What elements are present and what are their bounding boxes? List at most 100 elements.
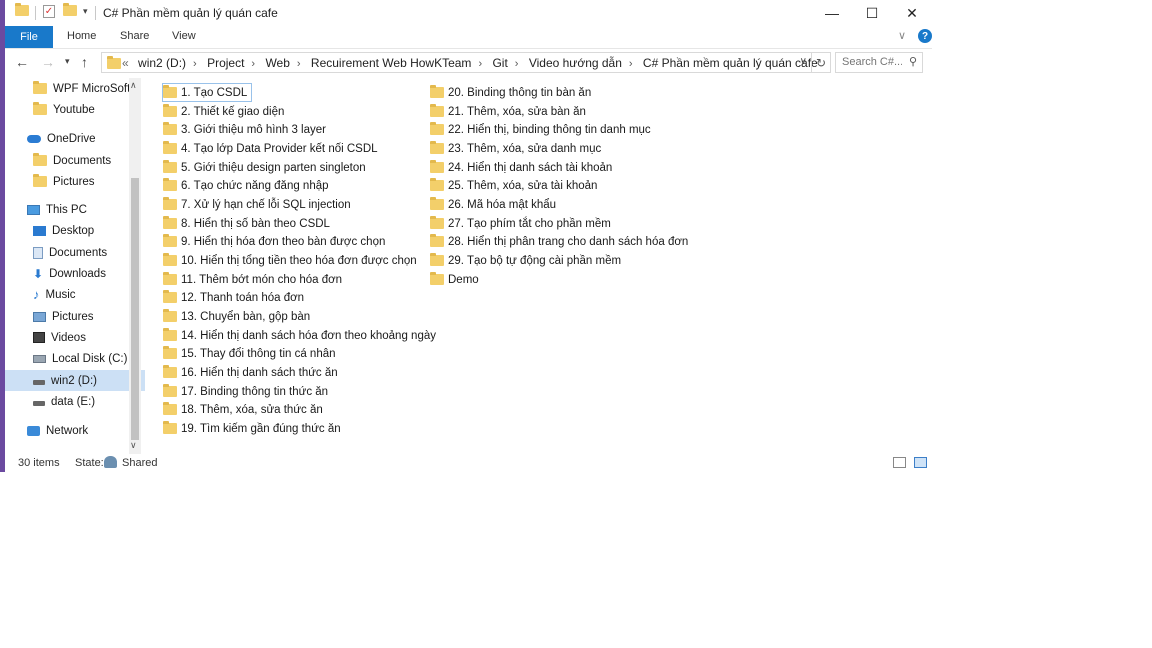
help-icon[interactable]: ? [918, 29, 932, 43]
folder-item[interactable]: 12. Thanh toán hóa đơn [163, 289, 304, 306]
sidebar-scrollbar[interactable]: ∧ ∨ [129, 78, 141, 454]
scroll-down-icon[interactable]: ∨ [130, 440, 137, 451]
tab-share[interactable]: Share [120, 30, 149, 42]
sidebar-item-label: data (E:) [51, 395, 96, 408]
sidebar-item-pictures[interactable]: Pictures [5, 306, 145, 327]
sidebar-item-label: WPF MicroSoft [53, 82, 131, 95]
details-view-icon[interactable] [893, 457, 906, 468]
folder-item[interactable]: 2. Thiết kế giao diện [163, 103, 284, 120]
folder-icon [430, 122, 444, 135]
breadcrumb-item[interactable]: Recuirement Web HowKTeam [311, 56, 472, 70]
new-folder-icon[interactable] [63, 3, 77, 16]
chevron-right-icon[interactable]: › [297, 58, 301, 70]
folder-item[interactable]: Demo [430, 271, 479, 288]
folder-item[interactable]: 26. Mã hóa mật khẩu [430, 196, 556, 213]
folder-item[interactable]: 16. Hiển thị danh sách thức ăn [163, 364, 338, 381]
folder-item[interactable]: 27. Tạo phím tắt cho phần mềm [430, 215, 611, 232]
sidebar-item-onedrive-documents[interactable]: Documents [5, 150, 145, 171]
minimize-button[interactable]: — [811, 0, 853, 26]
folder-item[interactable]: 1. Tạo CSDL [161, 83, 253, 102]
chevron-right-icon[interactable]: › [478, 58, 482, 70]
folder-item[interactable]: 19. Tìm kiếm gần đúng thức ăn [163, 420, 341, 437]
scroll-up-icon[interactable]: ∧ [130, 80, 137, 91]
sidebar-item-label: OneDrive [47, 132, 96, 145]
chevron-right-icon[interactable]: › [193, 58, 197, 70]
breadcrumb-item[interactable]: Git [492, 56, 507, 70]
maximize-button[interactable]: ☐ [851, 0, 893, 26]
address-bar[interactable]: « win2 (D:) › Project › Web › Recuirement W… [101, 52, 818, 73]
folder-item[interactable]: 9. Hiển thị hóa đơn theo bàn được chọn [163, 233, 385, 250]
folder-item[interactable]: 6. Tạo chức năng đăng nhập [163, 177, 329, 194]
breadcrumb-item[interactable]: Web [265, 56, 289, 70]
folder-item[interactable]: 28. Hiển thị phân trang cho danh sách hó… [430, 233, 688, 250]
sidebar-item-documents[interactable]: Documents [5, 242, 145, 263]
folder-item[interactable]: 11. Thêm bớt món cho hóa đơn [163, 271, 342, 288]
forward-arrow-icon[interactable]: → [41, 54, 55, 70]
folder-item[interactable]: 3. Giới thiệu mô hình 3 layer [163, 121, 326, 138]
folder-item[interactable]: 25. Thêm, xóa, sửa tài khoản [430, 177, 597, 194]
chevron-right-icon[interactable]: › [515, 58, 519, 70]
sidebar-item-downloads[interactable]: ⬇ Downloads [5, 263, 145, 284]
folder-item[interactable]: 20. Binding thông tin bàn ăn [430, 84, 591, 101]
sidebar-item-this-pc[interactable]: This PC [5, 199, 145, 220]
recent-locations-icon[interactable]: ▾ [65, 56, 70, 67]
folder-item[interactable]: 10. Hiển thị tổng tiền theo hóa đơn được… [163, 252, 417, 269]
folder-item[interactable]: 7. Xử lý hạn chế lỗi SQL injection [163, 196, 351, 213]
desktop-icon [33, 225, 46, 236]
folder-item[interactable]: 13. Chuyển bàn, gộp bàn [163, 308, 310, 325]
refresh-icon[interactable]: ↻ [811, 52, 831, 73]
chevron-right-icon[interactable]: › [629, 58, 633, 70]
sidebar-item-videos[interactable]: Videos [5, 327, 145, 348]
folder-item[interactable]: 4. Tạo lớp Data Provider kết nối CSDL [163, 140, 378, 157]
folder-icon [163, 253, 177, 266]
sidebar-item-music[interactable]: ♪ Music [5, 284, 145, 305]
folder-item[interactable]: 8. Hiển thị số bàn theo CSDL [163, 215, 330, 232]
folder-item[interactable]: 15. Thay đổi thông tin cá nhân [163, 345, 336, 362]
folder-item[interactable]: 17. Binding thông tin thức ăn [163, 383, 328, 400]
sidebar-item-onedrive-pictures[interactable]: Pictures [5, 171, 145, 192]
drive-icon [33, 400, 45, 406]
up-arrow-icon[interactable]: ↑ [81, 54, 88, 70]
customize-toolbar-icon[interactable]: ▾ [83, 6, 88, 17]
folder-item[interactable]: 24. Hiển thị danh sách tài khoản [430, 159, 612, 176]
sidebar-item-onedrive[interactable]: OneDrive [5, 128, 145, 149]
tab-view[interactable]: View [172, 30, 196, 42]
folder-item[interactable]: 18. Thêm, xóa, sửa thức ăn [163, 401, 323, 418]
folder-item[interactable]: 21. Thêm, xóa, sửa bàn ăn [430, 103, 586, 120]
folder-item[interactable]: 14. Hiển thị danh sách hóa đơn theo khoả… [163, 327, 436, 344]
folder-name: 12. Thanh toán hóa đơn [181, 291, 305, 304]
breadcrumb-item-current[interactable]: C# Phần mềm quản lý quán cafe [643, 56, 818, 70]
search-input[interactable] [836, 53, 902, 70]
tab-file[interactable]: File [5, 26, 53, 48]
tab-home[interactable]: Home [67, 30, 96, 42]
sidebar-item-win2-d[interactable]: win2 (D:) [5, 370, 145, 391]
large-icons-view-icon[interactable] [914, 457, 927, 468]
breadcrumb-item[interactable]: win2 (D:) [138, 56, 186, 70]
folder-item[interactable]: 23. Thêm, xóa, sửa danh mục [430, 140, 601, 157]
back-arrow-icon[interactable]: ← [15, 54, 29, 70]
sidebar-item-desktop[interactable]: Desktop [5, 220, 145, 241]
sidebar-item-local-disk-c[interactable]: Local Disk (C:) [5, 348, 145, 369]
folder-item[interactable]: 29. Tạo bộ tự động cài phần mềm [430, 252, 621, 269]
folder-item[interactable]: 22. Hiển thị, binding thông tin danh mục [430, 121, 651, 138]
search-box[interactable]: ⚲ [835, 52, 923, 73]
scrollbar-thumb[interactable] [131, 178, 139, 440]
sidebar-item-wpf-microsoft[interactable]: WPF MicroSoft [5, 78, 145, 99]
breadcrumb-item[interactable]: Project [207, 56, 244, 70]
search-icon[interactable]: ⚲ [909, 55, 917, 68]
music-icon: ♪ [33, 287, 40, 302]
folder-name: 14. Hiển thị danh sách hóa đơn theo khoả… [181, 329, 436, 342]
close-button[interactable]: ✕ [891, 0, 932, 26]
sidebar-item-youtube[interactable]: Youtube [5, 99, 145, 120]
breadcrumb-item[interactable]: Video hướng dẫn [529, 56, 622, 70]
expand-ribbon-icon[interactable]: ∨ [898, 29, 906, 42]
folder-icon [163, 141, 177, 154]
sidebar-item-label: Network [46, 424, 89, 437]
chevron-down-icon[interactable]: ∨ [800, 56, 807, 67]
breadcrumb-overflow[interactable]: « [122, 56, 129, 70]
folder-item[interactable]: 5. Giới thiệu design parten singleton [163, 159, 366, 176]
sidebar-item-data-e[interactable]: data (E:) [5, 391, 145, 412]
sidebar-item-network[interactable]: Network [5, 420, 145, 441]
chevron-right-icon[interactable]: › [251, 58, 255, 70]
properties-icon[interactable]: ✓ [43, 5, 55, 18]
